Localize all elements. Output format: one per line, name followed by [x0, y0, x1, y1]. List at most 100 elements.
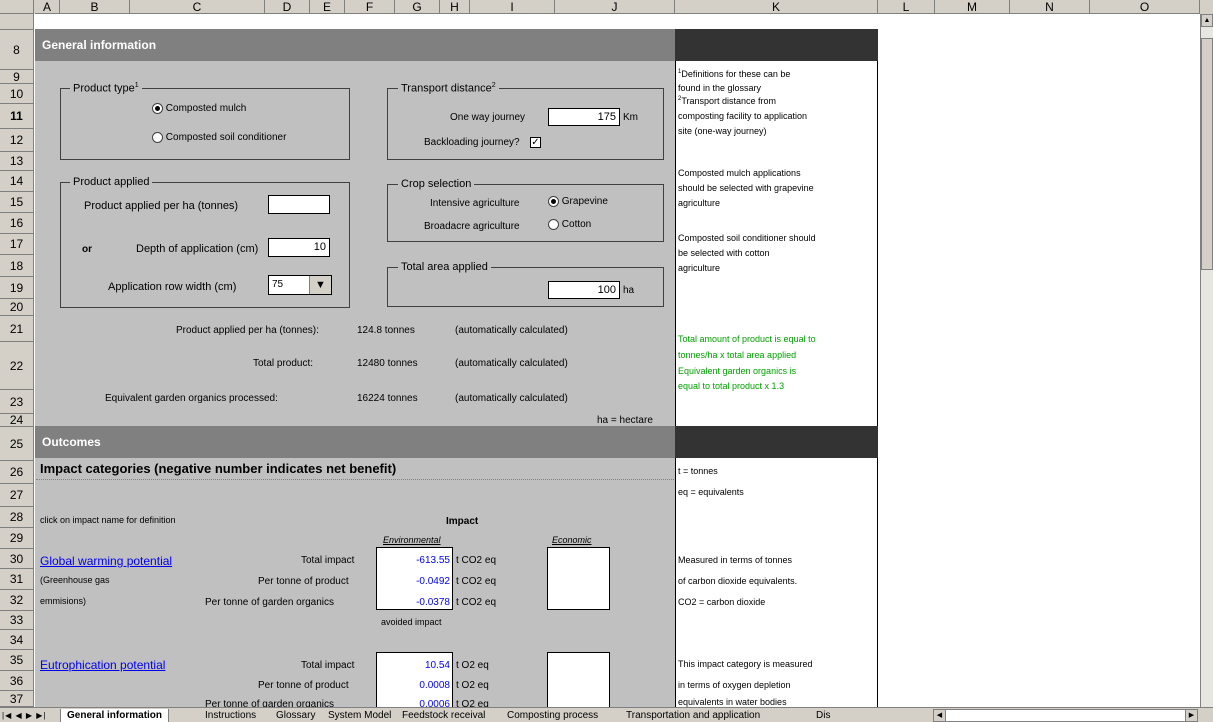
- eut-total-label: Total impact: [301, 660, 355, 671]
- column-header[interactable]: M: [935, 0, 1010, 14]
- scroll-thumb[interactable]: [1201, 38, 1213, 270]
- column-header[interactable]: G: [395, 0, 440, 14]
- row-header[interactable]: 34: [0, 630, 34, 650]
- empty-cells[interactable]: [878, 14, 1200, 707]
- gwp-link[interactable]: Global warming potential: [40, 554, 172, 568]
- crop-selection-title: Crop selection: [398, 178, 475, 190]
- row-header[interactable]: 10: [0, 84, 34, 104]
- backload-label: Backloading journey?: [424, 137, 520, 148]
- radio-selected-icon: [548, 196, 559, 207]
- row-header[interactable]: 22: [0, 342, 34, 390]
- select-all-corner[interactable]: [0, 0, 34, 14]
- row-header[interactable]: 12: [0, 129, 34, 152]
- total-area-title: Total area applied: [398, 261, 491, 273]
- row-header[interactable]: 15: [0, 192, 34, 213]
- tab-sheet[interactable]: General information: [60, 709, 170, 722]
- row-header[interactable]: 17: [0, 234, 34, 255]
- column-header[interactable]: H: [440, 0, 470, 14]
- scroll-right-icon[interactable]: ▶: [1185, 710, 1197, 721]
- column-header[interactable]: O: [1090, 0, 1200, 14]
- column-header[interactable]: B: [60, 0, 130, 14]
- row-header[interactable]: 16: [0, 213, 34, 234]
- depth-input[interactable]: 10: [268, 238, 330, 257]
- row-header[interactable]: 32: [0, 590, 34, 611]
- column-header[interactable]: E: [310, 0, 345, 14]
- crop-selection-group: [387, 184, 664, 242]
- row-header[interactable]: 19: [0, 277, 34, 299]
- avoided-impact: avoided impact: [381, 617, 442, 627]
- column-header[interactable]: J: [555, 0, 675, 14]
- row-header[interactable]: 24: [0, 414, 34, 427]
- broadacre-label: Broadacre agriculture: [424, 221, 520, 232]
- row-header[interactable]: 36: [0, 671, 34, 691]
- note-soil-3: agriculture: [678, 263, 721, 273]
- column-header[interactable]: K: [675, 0, 878, 14]
- row-width-label: Application row width (cm): [108, 281, 237, 293]
- column-header[interactable]: A: [35, 0, 60, 14]
- tab-sheet[interactable]: Glossary: [276, 709, 315, 722]
- row-header[interactable]: 11: [0, 104, 34, 129]
- row-header[interactable]: 13: [0, 152, 34, 171]
- calc-total-label: Total product:: [253, 358, 314, 369]
- eut-product-label: Per tonne of product: [258, 680, 349, 691]
- column-header[interactable]: C: [130, 0, 265, 14]
- gwp-garden-value: -0.0378: [416, 597, 450, 608]
- radio-cotton[interactable]: Cotton: [548, 219, 591, 230]
- radio-soil-conditioner[interactable]: Composted soil conditioner: [152, 132, 286, 143]
- tab-sheet[interactable]: Instructions: [205, 709, 256, 722]
- horizontal-scrollbar[interactable]: ◀ ▶: [933, 709, 1198, 722]
- calc-per-ha-note: (automatically calculated): [455, 325, 568, 336]
- row-header[interactable]: 35: [0, 650, 34, 671]
- row-header[interactable]: 14: [0, 171, 34, 192]
- column-header[interactable]: I: [470, 0, 555, 14]
- calc-per-ha-label: Product applied per ha (tonnes):: [176, 325, 319, 336]
- transport-distance-input[interactable]: 175: [548, 108, 620, 126]
- scroll-left-icon[interactable]: ◀: [934, 710, 946, 721]
- column-header[interactable]: L: [878, 0, 935, 14]
- row-header[interactable]: 27: [0, 484, 34, 507]
- note-mulch-2: should be selected with grapevine: [678, 183, 814, 193]
- tab-sheet[interactable]: Dis: [816, 709, 830, 722]
- row-header[interactable]: 20: [0, 299, 34, 316]
- row-header[interactable]: 29: [0, 528, 34, 549]
- column-header[interactable]: N: [1010, 0, 1090, 14]
- tab-sheet[interactable]: Feedstock receival: [402, 709, 485, 722]
- row-header[interactable]: 8: [0, 30, 34, 70]
- row-header[interactable]: 26: [0, 461, 34, 484]
- gwp-product-value: -0.0492: [416, 576, 450, 587]
- economic-heading: Economic: [552, 535, 592, 545]
- note-total-1: Total amount of product is equal to: [678, 334, 816, 344]
- scroll-up-icon[interactable]: ▲: [1201, 14, 1213, 27]
- row-header[interactable]: 37: [0, 691, 34, 707]
- eutrophication-link[interactable]: Eutrophication potential: [40, 658, 165, 672]
- tab-nav-arrows-icon[interactable]: |◀ ◀ ▶ ▶|: [2, 709, 46, 722]
- per-ha-input[interactable]: [268, 195, 330, 214]
- row-header[interactable]: 33: [0, 611, 34, 630]
- row-header[interactable]: 18: [0, 255, 34, 277]
- row-header[interactable]: 25: [0, 427, 34, 461]
- note-eut-2: in terms of oxygen depletion: [678, 680, 791, 690]
- radio-composted-mulch[interactable]: Composted mulch: [152, 103, 246, 114]
- row-header[interactable]: 31: [0, 569, 34, 590]
- total-area-input[interactable]: 100: [548, 281, 620, 299]
- backload-checkbox[interactable]: ✓: [530, 137, 541, 148]
- eut-economic-box: [547, 652, 610, 708]
- row-header[interactable]: 30: [0, 549, 34, 569]
- calc-garden-value: 16224 tonnes: [357, 393, 418, 404]
- vertical-scrollbar[interactable]: ▲: [1200, 14, 1213, 707]
- row-header[interactable]: 9: [0, 70, 34, 84]
- note-total-4: equal to total product x 1.3: [678, 381, 785, 391]
- tab-sheet[interactable]: System Model: [328, 709, 391, 722]
- sheet-tab-bar: |◀ ◀ ▶ ▶| General information Instruction…: [0, 707, 1213, 722]
- radio-grapevine[interactable]: Grapevine: [548, 196, 608, 207]
- column-header[interactable]: D: [265, 0, 310, 14]
- row-width-select[interactable]: 75 ▼: [268, 275, 332, 295]
- tab-sheet[interactable]: Composting process: [507, 709, 598, 722]
- row-header[interactable]: 21: [0, 316, 34, 342]
- environmental-heading: Environmental: [383, 535, 441, 545]
- tab-sheet[interactable]: Transportation and application: [626, 709, 760, 722]
- column-header[interactable]: F: [345, 0, 395, 14]
- dropdown-arrow-icon[interactable]: ▼: [309, 276, 331, 294]
- row-header[interactable]: 28: [0, 507, 34, 528]
- row-header[interactable]: 23: [0, 390, 34, 414]
